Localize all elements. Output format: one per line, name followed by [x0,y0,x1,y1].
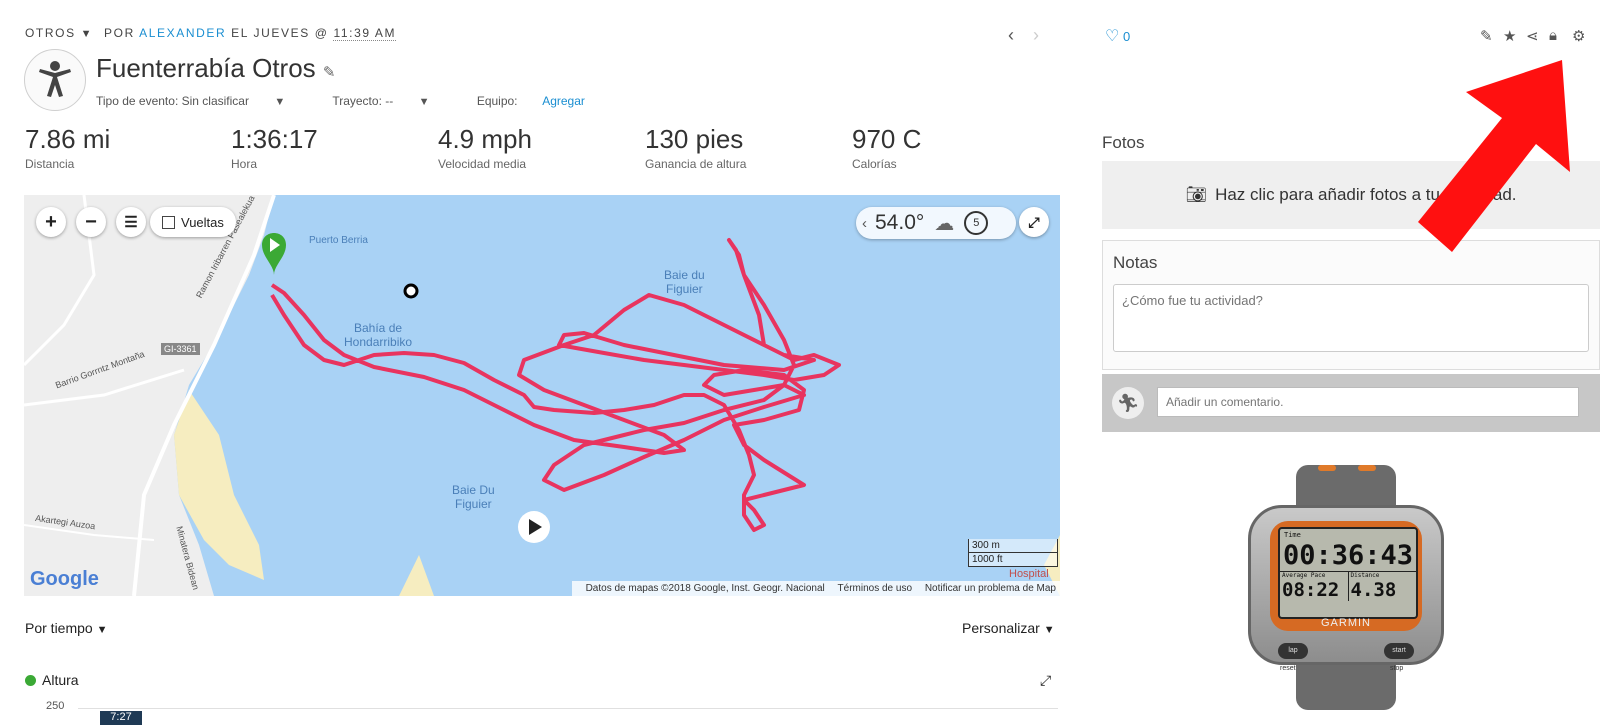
when-label: EL JUEVES @ [231,26,329,40]
star-icon[interactable]: ★ [1503,27,1516,45]
activity-header-line: OTROS ▼ POR ALEXANDER EL JUEVES @ 11:39 … [25,26,397,41]
stat-value: 4.9 mph [438,124,532,154]
weather-widget[interactable]: ‹ 54.0° ☁ 5 [856,207,1016,239]
scale-meters: 300 m [968,539,1058,553]
add-gear-link[interactable]: Agregar [542,94,585,108]
stat-label: Velocidad media [438,157,527,171]
red-arrow-annotation [1418,60,1570,252]
share-icon[interactable]: ⋖ [1526,27,1539,45]
stop-label: stop [1390,665,1404,672]
prev-activity-icon[interactable]: ‹ [1008,25,1014,46]
user-link[interactable]: ALEXANDER [139,26,226,40]
like-count: 0 [1122,29,1131,44]
chevron-down-icon[interactable]: ▼ [81,28,94,40]
stat-label: Distancia [25,157,75,171]
chart-gridline [78,708,1058,709]
rain-cloud-icon: ☁ [934,212,955,235]
map-label-baie-bottom: Baie Du Figuier [452,483,495,511]
course-dropdown[interactable]: Trayecto: -- ▼ [332,94,451,108]
edit-title-icon[interactable]: ✎ [323,64,336,81]
map-attribution: Datos de mapas ©2018 Google, Inst. Geogr… [571,581,1060,596]
weather-prev-icon[interactable]: ‹ [862,215,867,232]
zoom-in-button[interactable]: + [36,207,66,237]
stat-label: Hora [231,157,258,171]
legend-dot [25,674,36,686]
fullscreen-icon[interactable]: ⤢ [1019,207,1049,237]
stat-distance: 7.86 mi Distancia [25,124,110,171]
gear-label: Equipo: Agregar [476,94,585,108]
comment-input[interactable] [1157,387,1579,417]
by-time-dropdown[interactable]: Por tiempo ▼ [25,620,107,636]
heart-icon: ♡ [1105,28,1120,45]
laps-toggle[interactable]: Vueltas [150,207,236,237]
stat-time: 1:36:17 Hora [231,124,318,171]
lap-button-label: lap [1278,643,1308,659]
customize-dropdown[interactable]: Personalizar ▼ [962,620,1055,636]
photos-title: Fotos [1102,133,1145,152]
y-tick-label: 250 [46,700,65,712]
event-type-dropdown[interactable]: Tipo de evento: Sin clasificar ▼ [96,94,307,108]
altitude-legend[interactable]: Altura [25,672,79,688]
by-label: POR [104,26,135,40]
activity-title-text: Fuenterrabía Otros [96,53,316,83]
google-logo: Google [30,568,99,590]
stat-elevation: 130 pies Ganancia de altura [645,124,746,171]
watch-screen: Time 00:36:43 Average Pace 08:22 Distanc… [1278,527,1418,619]
map-label-road-code: GI-3361 [161,343,200,355]
activity-meta: Tipo de evento: Sin clasificar ▼ Trayect… [96,94,607,108]
laps-label: Vueltas [181,214,224,230]
stat-value: 970 C [852,124,922,154]
legend-label: Altura [42,672,79,688]
like-button[interactable]: ♡ 0 [1105,26,1130,46]
zoom-out-button[interactable]: − [76,207,106,237]
activity-type-avatar [24,49,86,111]
start-button-label: start [1384,643,1414,659]
stat-speed: 4.9 mph Velocidad media [438,124,532,171]
stat-calories: 970 C Calorías [852,124,921,171]
report-link[interactable]: Notificar un problema de Map [925,583,1056,594]
temperature: 54.0° [875,211,925,234]
map-label-bahia: Bahía de Hondarribiko [344,321,413,349]
activity-time: 11:39 AM [333,26,397,41]
laps-checkbox[interactable] [162,215,175,229]
activity-type-label[interactable]: OTROS [25,26,76,40]
notes-title: Notas [1113,253,1158,272]
next-activity-icon[interactable]: › [1033,25,1039,46]
scale-feet: 1000 ft [968,553,1058,567]
timer-icon: 5 [964,211,989,235]
map-label-puerto: Puerto Berria [309,235,368,246]
stat-label: Ganancia de altura [645,157,747,171]
layers-icon[interactable]: ☰ [116,207,146,237]
device-image: Time 00:36:43 Average Pace 08:22 Distanc… [1248,465,1444,710]
activity-map[interactable]: Puerto Berria Bahía de Hondarribiko Baie … [24,195,1060,596]
stat-value: 7.86 mi [25,124,111,154]
notes-textarea[interactable] [1113,284,1589,352]
expand-chart-icon[interactable]: ⤢ [1040,672,1051,689]
gps-track [270,238,841,532]
gear-icon[interactable]: ⚙ [1572,27,1585,45]
lock-icon[interactable]: 🔒︎ [1549,27,1557,44]
watch-brand: GARMIN [1321,617,1371,629]
camera-icon: 📷︎ [1185,185,1208,204]
runner-avatar-icon: 🏃︎ [1112,387,1144,419]
map-label-baie-top: Baie du Figuier [664,268,705,296]
reset-label: reset [1280,665,1296,672]
track-marker [403,283,419,299]
terms-link[interactable]: Términos de uso [838,583,912,594]
map-label-hospital: Hospital [1009,568,1049,580]
map-scale: 300 m 1000 ft [968,539,1058,567]
activity-title[interactable]: Fuenterrabía Otros ✎ [96,53,335,84]
person-icon [39,61,71,97]
stat-value: 130 pies [645,124,744,154]
stat-label: Calorías [852,157,897,171]
stat-value: 1:36:17 [231,124,318,154]
edit-icon[interactable]: ✎ [1480,27,1493,45]
comment-bar: 🏃︎ [1102,374,1600,432]
attribution-text: Datos de mapas ©2018 Google, Inst. Geogr… [585,583,825,594]
